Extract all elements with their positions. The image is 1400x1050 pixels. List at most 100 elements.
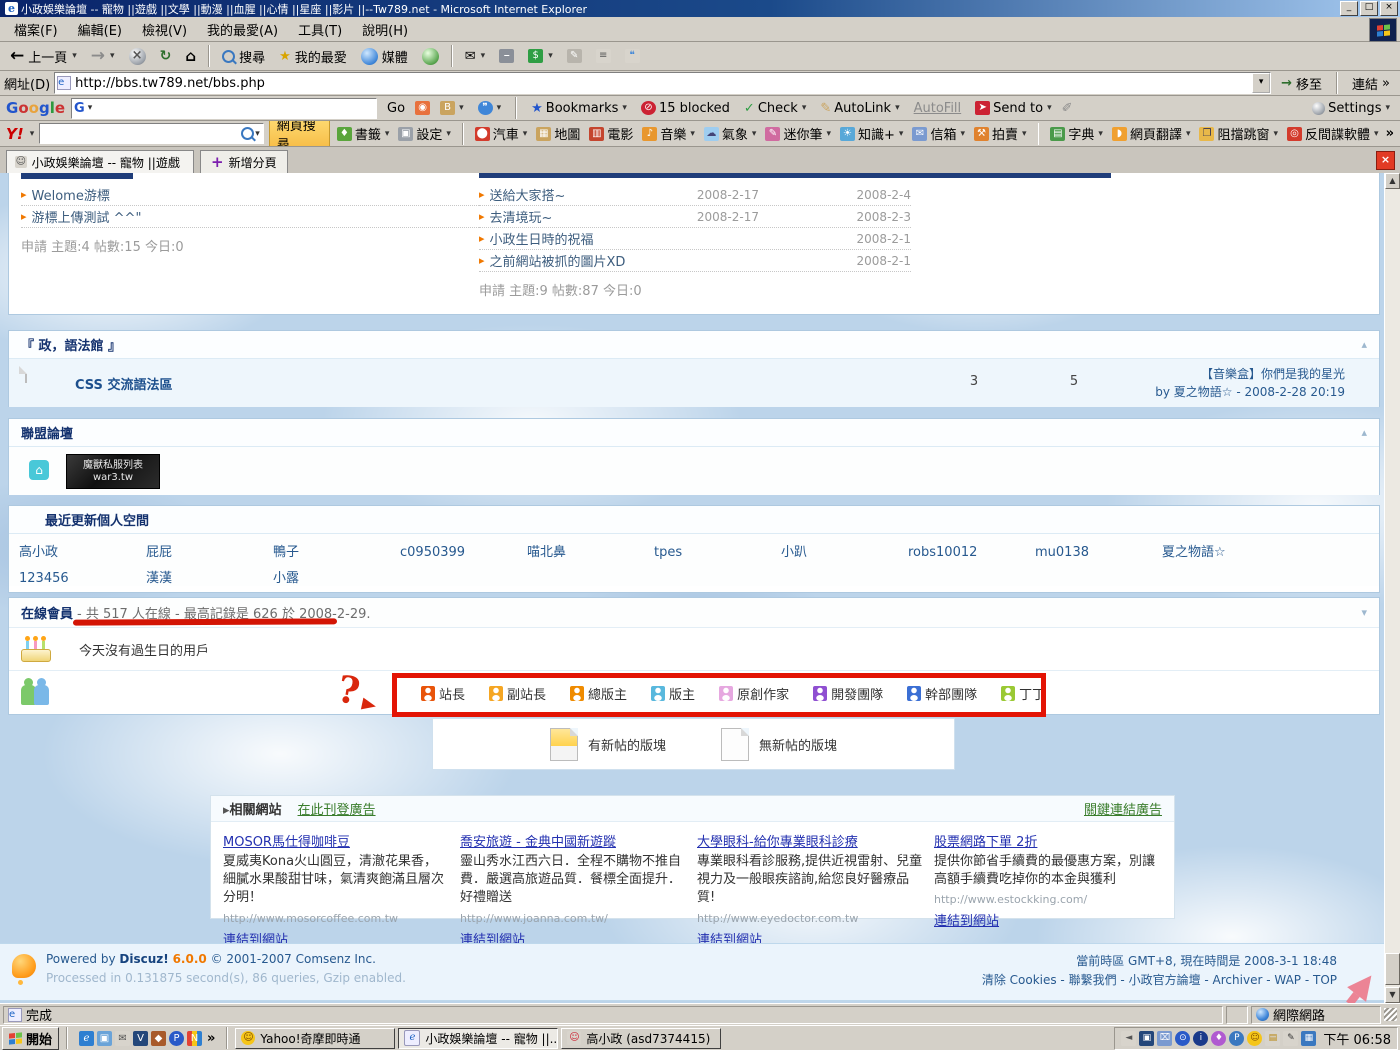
- space-user-link[interactable]: 123456: [19, 571, 146, 586]
- yahoo-music-button[interactable]: ♪音樂▾: [640, 123, 697, 144]
- yahoo-search-input[interactable]: ▾: [39, 123, 264, 144]
- space-user-link[interactable]: tpes: [654, 545, 781, 560]
- menu-tools[interactable]: 工具(T): [288, 18, 352, 41]
- quicklaunch-app-icon[interactable]: ◆: [151, 1031, 166, 1046]
- tray-ime-icon[interactable]: ▦: [1301, 1031, 1316, 1046]
- yahoo-bookmarks-button[interactable]: ♦書籤▾: [335, 123, 392, 144]
- minimize-button[interactable]: _: [1340, 1, 1358, 16]
- discuz-link[interactable]: Discuz!: [119, 952, 168, 966]
- google-quote-button[interactable]: ❞▾: [474, 100, 506, 116]
- address-dropdown-button[interactable]: ▾: [1252, 73, 1270, 93]
- tray-msn-icon[interactable]: ⊙: [1175, 1031, 1190, 1046]
- thread-link[interactable]: 之前網站被抓的圖片XD: [490, 251, 852, 270]
- yahoo-minipen-button[interactable]: ✎迷你筆▾: [763, 123, 833, 144]
- currency-button[interactable]: $ ▾: [522, 45, 559, 67]
- chevron-down-icon[interactable]: ▾: [255, 129, 260, 139]
- forum-link[interactable]: CSS 交流語法區: [75, 374, 172, 393]
- advertise-here-link[interactable]: 在此刊登廣告: [298, 799, 376, 818]
- links-button[interactable]: 連結 »: [1346, 72, 1396, 94]
- tray-display-icon[interactable]: ▣: [1139, 1031, 1154, 1046]
- resize-grip[interactable]: [1384, 1008, 1397, 1021]
- ad-title-link[interactable]: 大學眼科-給你專業眼科診療: [697, 835, 858, 850]
- tray-yahoo-icon[interactable]: ☺: [1247, 1031, 1262, 1046]
- top-link[interactable]: TOP: [1313, 973, 1337, 987]
- yahoo-settings-button[interactable]: ▣設定▾: [396, 123, 453, 144]
- collapse-icon[interactable]: ▴: [1361, 338, 1367, 351]
- history-button[interactable]: [416, 45, 445, 67]
- chevron-down-icon[interactable]: ▾: [110, 51, 115, 61]
- quicklaunch-ie-icon[interactable]: e: [79, 1031, 94, 1046]
- menu-favorites[interactable]: 我的最愛(A): [197, 18, 288, 41]
- address-input[interactable]: e http://bbs.tw789.net/bbs.php ▾: [54, 72, 1271, 94]
- space-user-link[interactable]: 小趴: [781, 541, 908, 560]
- collapse-icon[interactable]: ▴: [1361, 426, 1367, 439]
- clear-cookies-link[interactable]: 清除 Cookies: [982, 973, 1057, 987]
- search-button[interactable]: 搜尋: [216, 45, 271, 67]
- toolbar-overflow-chevron[interactable]: »: [1386, 126, 1394, 141]
- mail-button[interactable]: ✉ ▾: [459, 45, 491, 67]
- collapse-icon[interactable]: ▾: [1361, 606, 1367, 619]
- quicklaunch-color-icon[interactable]: N: [187, 1031, 202, 1046]
- contact-us-link[interactable]: 聯繫我們: [1069, 973, 1117, 987]
- thread-link[interactable]: 小政生日時的祝福: [490, 229, 852, 248]
- autolink-button[interactable]: ✎ AutoLink▾: [816, 100, 903, 117]
- yahoo-auction-button[interactable]: ⚒拍賣▾: [972, 123, 1029, 144]
- maximize-button[interactable]: □: [1360, 1, 1378, 16]
- tab-forum[interactable]: ☺ 小政娛樂論壇 -- 寵物 ||遊戲 ||...: [6, 150, 194, 173]
- ad-title-link[interactable]: MOSOR馬仕得咖啡豆: [223, 835, 350, 850]
- task-yahoo-messenger[interactable]: ☺ Yahoo!奇摩即時通: [235, 1028, 395, 1049]
- go-button[interactable]: → 移至: [1275, 72, 1328, 94]
- archiver-link[interactable]: Archiver: [1213, 973, 1263, 987]
- space-user-link[interactable]: 鴨子: [273, 541, 400, 560]
- tray-folder-icon[interactable]: ▤: [1265, 1031, 1280, 1046]
- print-button[interactable]: ⎯: [493, 45, 520, 67]
- menu-help[interactable]: 說明(H): [352, 18, 418, 41]
- space-user-link[interactable]: 漢漢: [146, 567, 273, 586]
- edit-button[interactable]: ✎: [561, 45, 588, 67]
- yahoo-knowledge-button[interactable]: ☀知識+▾: [838, 123, 905, 144]
- scroll-down-button[interactable]: ▼: [1385, 987, 1400, 1003]
- google-extra-button[interactable]: B▾: [436, 100, 468, 116]
- chevron-down-icon[interactable]: ▾: [72, 51, 77, 61]
- refresh-button[interactable]: ↻: [154, 45, 178, 67]
- space-user-link[interactable]: mu0138: [1035, 545, 1162, 560]
- yahoo-search-button[interactable]: 網頁搜尋: [269, 121, 330, 147]
- search-site-icon[interactable]: ◉: [415, 101, 430, 115]
- google-bookmarks-button[interactable]: ★ Bookmarks▾: [527, 100, 631, 117]
- task-forum-window[interactable]: e 小政娛樂論壇 -- 寵物 ||...: [398, 1028, 558, 1049]
- quicklaunch-shield-icon[interactable]: V: [133, 1031, 148, 1046]
- space-user-link[interactable]: robs10012: [908, 545, 1035, 560]
- thread-link[interactable]: 送給大家搭~: [490, 185, 852, 204]
- back-button[interactable]: ← 上一頁 ▾: [4, 45, 83, 67]
- yahoo-movies-button[interactable]: ▥電影: [587, 123, 635, 144]
- stop-button[interactable]: [123, 45, 152, 67]
- favorites-button[interactable]: ★ 我的最愛: [273, 45, 353, 67]
- menu-edit[interactable]: 編輯(E): [68, 18, 132, 41]
- space-user-link[interactable]: c0950399: [400, 545, 527, 560]
- home-icon[interactable]: ⌂: [29, 460, 49, 480]
- close-button[interactable]: ×: [1380, 1, 1398, 16]
- yahoo-mail-button[interactable]: ✉信箱▾: [910, 123, 967, 144]
- tray-network-icon[interactable]: ⌧: [1157, 1031, 1172, 1046]
- chevron-down-icon[interactable]: ▾: [30, 129, 35, 139]
- highlighter-icon[interactable]: ✐: [1062, 101, 1073, 116]
- tray-purple-icon[interactable]: ♦: [1211, 1031, 1226, 1046]
- menu-view[interactable]: 檢視(V): [132, 18, 197, 41]
- tray-blue-icon[interactable]: P: [1229, 1031, 1244, 1046]
- alliance-banner[interactable]: 魔獸私服列表 war3.tw: [66, 454, 160, 489]
- quicklaunch-mail-icon[interactable]: ✉: [115, 1031, 130, 1046]
- ad-visit-link[interactable]: 連結到網站: [934, 910, 999, 929]
- space-user-link[interactable]: 屁屁: [146, 541, 273, 560]
- yahoo-translate-button[interactable]: ◗網頁翻譯▾: [1110, 123, 1193, 144]
- google-go-button[interactable]: Go: [383, 100, 409, 117]
- tray-app-icon[interactable]: i: [1193, 1031, 1208, 1046]
- task-messenger-chat[interactable]: ☺ 高小政 (asd7374415): [561, 1028, 721, 1049]
- ad-title-link[interactable]: 股票網路下單 2折: [934, 835, 1037, 850]
- space-user-link[interactable]: 小露: [273, 567, 400, 586]
- keyword-ads-link[interactable]: 關鍵連結廣告: [1084, 799, 1162, 818]
- home-button[interactable]: ⌂: [179, 45, 202, 67]
- quicklaunch-orb-icon[interactable]: P: [169, 1031, 184, 1046]
- new-tab-button[interactable]: + 新增分頁: [200, 150, 288, 173]
- menu-file[interactable]: 檔案(F): [4, 18, 68, 41]
- official-forum-link[interactable]: 小政官方論壇: [1129, 973, 1201, 987]
